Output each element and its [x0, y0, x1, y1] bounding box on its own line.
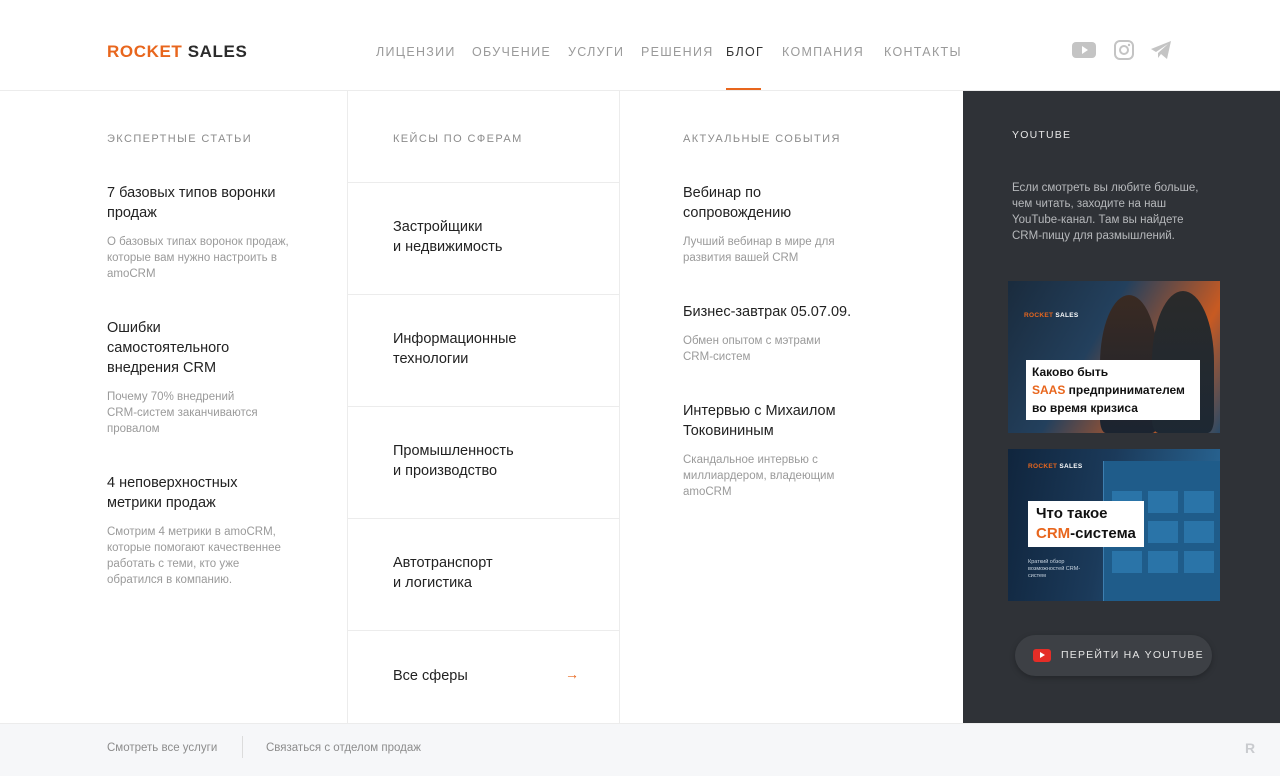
case-label: Промышленность и производство: [393, 443, 514, 479]
case-label: Застройщики и недвижимость: [393, 219, 503, 255]
article-item[interactable]: 7 базовых типов воронки продаж О базовых…: [107, 183, 307, 282]
youtube-title: YOUTUBE: [1012, 129, 1072, 141]
event-item[interactable]: Бизнес-завтрак 05.07.09. Обмен опытом с …: [683, 302, 883, 365]
nav-item-contacts[interactable]: КОНТАКТЫ: [884, 45, 962, 59]
go-to-youtube-button[interactable]: ПЕРЕЙТИ НА YOUTUBE: [1015, 635, 1212, 676]
contact-sales-link[interactable]: Связаться с отделом продаж: [266, 742, 421, 754]
all-services-link[interactable]: Смотреть все услуги: [107, 742, 217, 754]
article-item[interactable]: 4 неповерхностных метрики продаж Смотрим…: [107, 473, 307, 588]
cases-column: КЕЙСЫ ПО СФЕРАМ Застройщики и недвижимост…: [348, 91, 620, 723]
nav-item-services[interactable]: УСЛУГИ: [568, 45, 624, 59]
event-title[interactable]: Бизнес-завтрак 05.07.09.: [683, 302, 883, 322]
case-label: Автотранспорт и логистика: [393, 555, 493, 591]
article-title[interactable]: Ошибки самостоятельного внедрения CRM: [107, 318, 237, 378]
nav-item-solutions[interactable]: РЕШЕНИЯ: [641, 45, 714, 59]
case-item-industry[interactable]: Промышленность и производство: [348, 406, 619, 518]
article-desc: Смотрим 4 метрики в amoCRM, которые помо…: [107, 526, 281, 586]
case-item-it[interactable]: Информационные технологии: [348, 294, 619, 406]
case-item-realty[interactable]: Застройщики и недвижимость: [348, 182, 619, 294]
nav-item-training[interactable]: ОБУЧЕНИЕ: [472, 45, 551, 59]
event-item[interactable]: Интервью с Михаилом Токовининым Скандаль…: [683, 401, 883, 500]
nav-active-indicator: [726, 88, 761, 90]
cases-title: КЕЙСЫ ПО СФЕРАМ: [393, 133, 523, 145]
brand-mark-icon: R: [1245, 740, 1256, 756]
instagram-icon[interactable]: [1114, 40, 1134, 60]
events-title: АКТУАЛЬНЫЕ СОБЫТИЯ: [683, 133, 841, 145]
all-cases-link[interactable]: Все сферы →: [348, 630, 619, 723]
logo[interactable]: ROCKET SALES: [107, 42, 247, 62]
youtube-desc: Если смотреть вы любите больше, чем чита…: [1012, 182, 1199, 242]
thumbnail-caption: Что такое CRM-система: [1028, 501, 1144, 547]
youtube-panel: YOUTUBE Если смотреть вы любите больше, …: [963, 91, 1280, 723]
expert-articles-column: ЭКСПЕРТНЫЕ СТАТЬИ 7 базовых типов воронк…: [0, 91, 348, 723]
arrow-right-icon: →: [565, 666, 579, 682]
article-desc: Почему 70% внедрений CRM-систем заканчив…: [107, 391, 258, 435]
case-label: Информационные технологии: [393, 331, 517, 367]
all-cases-label: Все сферы: [393, 668, 468, 684]
thumbnail-brand: ROCKET SALES: [1024, 312, 1079, 319]
event-desc: Скандальное интервью с миллиардером, вла…: [683, 454, 835, 498]
video-thumbnail[interactable]: ROCKET SALES Каково быть SAAS предприним…: [1008, 281, 1220, 433]
case-item-logistics[interactable]: Автотранспорт и логистика: [348, 518, 619, 630]
thumbnail-subcaption: Краткий обзор возможностей CRM-систем: [1028, 559, 1081, 579]
telegram-icon[interactable]: [1150, 40, 1172, 60]
video-thumbnail[interactable]: ROCKET SALES Что такое CRM-система Кратк…: [1008, 449, 1220, 601]
article-desc: О базовых типах воронок продаж, которые …: [107, 236, 289, 280]
expert-articles-title: ЭКСПЕРТНЫЕ СТАТЬИ: [107, 133, 253, 145]
thumbnail-caption: Каково быть SAAS предпринимателем во вре…: [1026, 360, 1200, 420]
event-title[interactable]: Интервью с Михаилом Токовининым: [683, 401, 848, 441]
youtube-icon[interactable]: [1072, 40, 1096, 60]
nav-item-company[interactable]: КОМПАНИЯ: [782, 45, 864, 59]
nav-item-licenses[interactable]: ЛИЦЕНЗИИ: [376, 45, 456, 59]
article-item[interactable]: Ошибки самостоятельного внедрения CRM По…: [107, 318, 307, 437]
youtube-logo-icon: [1033, 649, 1051, 662]
nav-item-blog[interactable]: БЛОГ: [726, 45, 764, 59]
article-title[interactable]: 4 неповерхностных метрики продаж: [107, 473, 267, 513]
event-desc: Обмен опытом с мэтрами CRM-систем: [683, 335, 821, 363]
footer-divider: [242, 736, 243, 758]
events-column: АКТУАЛЬНЫЕ СОБЫТИЯ Вебинар по сопровожде…: [620, 91, 963, 723]
go-to-youtube-label: ПЕРЕЙТИ НА YOUTUBE: [1061, 649, 1204, 661]
event-desc: Лучший вебинар в мире для развития вашей…: [683, 236, 835, 264]
thumbnail-brand: ROCKET SALES: [1028, 463, 1083, 470]
event-item[interactable]: Вебинар по сопровождению Лучший вебинар …: [683, 183, 883, 266]
menu-footer: Смотреть все услуги Связаться с отделом …: [0, 723, 1280, 776]
site-header: ROCKET SALES ЛИЦЕНЗИИ ОБУЧЕНИЕ УСЛУГИ РЕ…: [0, 0, 1280, 91]
article-title[interactable]: 7 базовых типов воронки продаж: [107, 183, 307, 223]
event-title[interactable]: Вебинар по сопровождению: [683, 183, 823, 223]
